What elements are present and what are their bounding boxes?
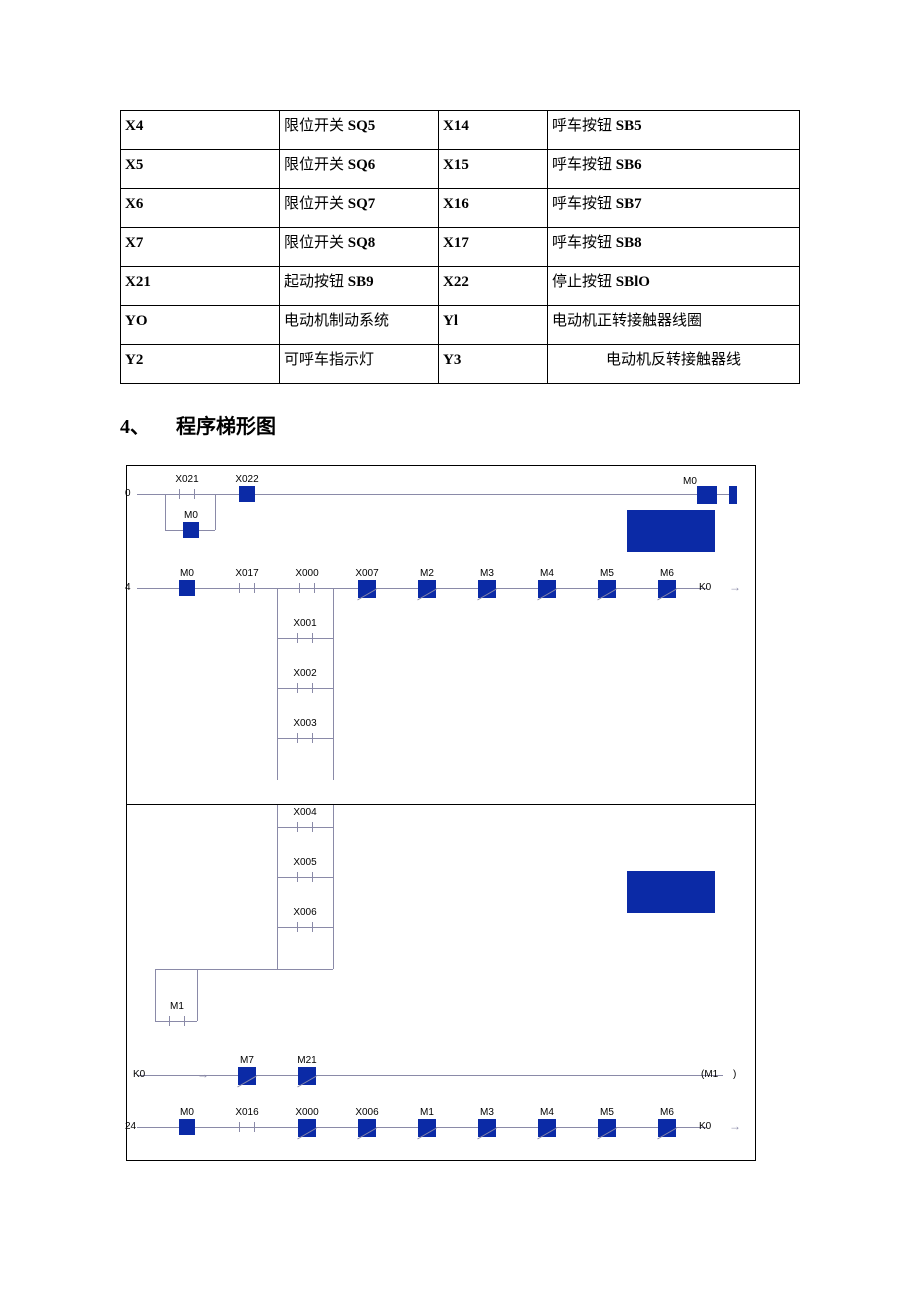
table-row: Y2可呼车指示灯Y3电动机反转接触器线	[121, 345, 800, 384]
coil-label: K0	[699, 1121, 711, 1132]
table-cell: 限位开关 SQ7	[280, 189, 439, 228]
continuation-arrow: →	[729, 580, 741, 594]
table-cell: Y2	[121, 345, 280, 384]
table-cell: 呼车按钮 SB6	[548, 150, 800, 189]
table-cell: X5	[121, 150, 280, 189]
coil-end: )	[733, 1069, 736, 1080]
ladder-block-2: X004X005X006 M1 K0 → M7 M21	[126, 805, 756, 1161]
coil-label: (M1	[701, 1069, 718, 1080]
coil-label: K0	[133, 1069, 145, 1080]
table-cell: X22	[439, 267, 548, 306]
table-cell: X6	[121, 189, 280, 228]
table-row: YO电动机制动系统Yl电动机正转接触器线圈	[121, 306, 800, 345]
table-cell: 呼车按钮 SB8	[548, 228, 800, 267]
table-cell: YO	[121, 306, 280, 345]
table-cell: 可呼车指示灯	[280, 345, 439, 384]
highlight-block	[627, 871, 715, 913]
coil-label: K0	[699, 582, 711, 593]
table-cell: 限位开关 SQ6	[280, 150, 439, 189]
table-cell: 电动机制动系统	[280, 306, 439, 345]
table-cell: 呼车按钮 SB7	[548, 189, 800, 228]
ladder-diagram: 0 X021 X022 M0 M0 4	[126, 465, 756, 1161]
table-cell: X17	[439, 228, 548, 267]
io-table: X4限位开关 SQ5X14呼车按钮 SB5X5限位开关 SQ6X15呼车按钮 S…	[120, 110, 800, 384]
highlight-block	[627, 510, 715, 552]
table-cell: 电动机反转接触器线	[548, 345, 800, 384]
section-title: 程序梯形图	[176, 416, 276, 438]
table-cell: Y3	[439, 345, 548, 384]
table-cell: 停止按钮 SBlO	[548, 267, 800, 306]
continuation-arrow: →	[197, 1067, 209, 1081]
table-row: X6限位开关 SQ7X16呼车按钮 SB7	[121, 189, 800, 228]
table-cell: X16	[439, 189, 548, 228]
table-cell: X7	[121, 228, 280, 267]
section-number: 4、	[120, 416, 150, 438]
table-cell: 起动按钮 SB9	[280, 267, 439, 306]
table-cell: X14	[439, 111, 548, 150]
table-row: X5限位开关 SQ6X15呼车按钮 SB6	[121, 150, 800, 189]
table-cell: 电动机正转接触器线圈	[548, 306, 800, 345]
continuation-arrow: →	[729, 1119, 741, 1133]
table-cell: 限位开关 SQ5	[280, 111, 439, 150]
step-number: 4	[125, 582, 131, 593]
table-row: X21起动按钮 SB9X22停止按钮 SBlO	[121, 267, 800, 306]
coil	[697, 486, 717, 504]
table-cell: 呼车按钮 SB5	[548, 111, 800, 150]
table-row: X7限位开关 SQ8X17呼车按钮 SB8	[121, 228, 800, 267]
table-cell: X15	[439, 150, 548, 189]
step-number: 24	[125, 1121, 136, 1132]
table-cell: 限位开关 SQ8	[280, 228, 439, 267]
table-cell: Yl	[439, 306, 548, 345]
table-cell: X4	[121, 111, 280, 150]
coil-label: M0	[683, 476, 697, 487]
table-row: X4限位开关 SQ5X14呼车按钮 SB5	[121, 111, 800, 150]
coil	[729, 486, 737, 504]
step-number: 0	[125, 488, 131, 499]
table-cell: X21	[121, 267, 280, 306]
section-heading: 4、 程序梯形图	[120, 410, 800, 439]
ladder-block-1: 0 X021 X022 M0 M0 4	[126, 465, 756, 805]
